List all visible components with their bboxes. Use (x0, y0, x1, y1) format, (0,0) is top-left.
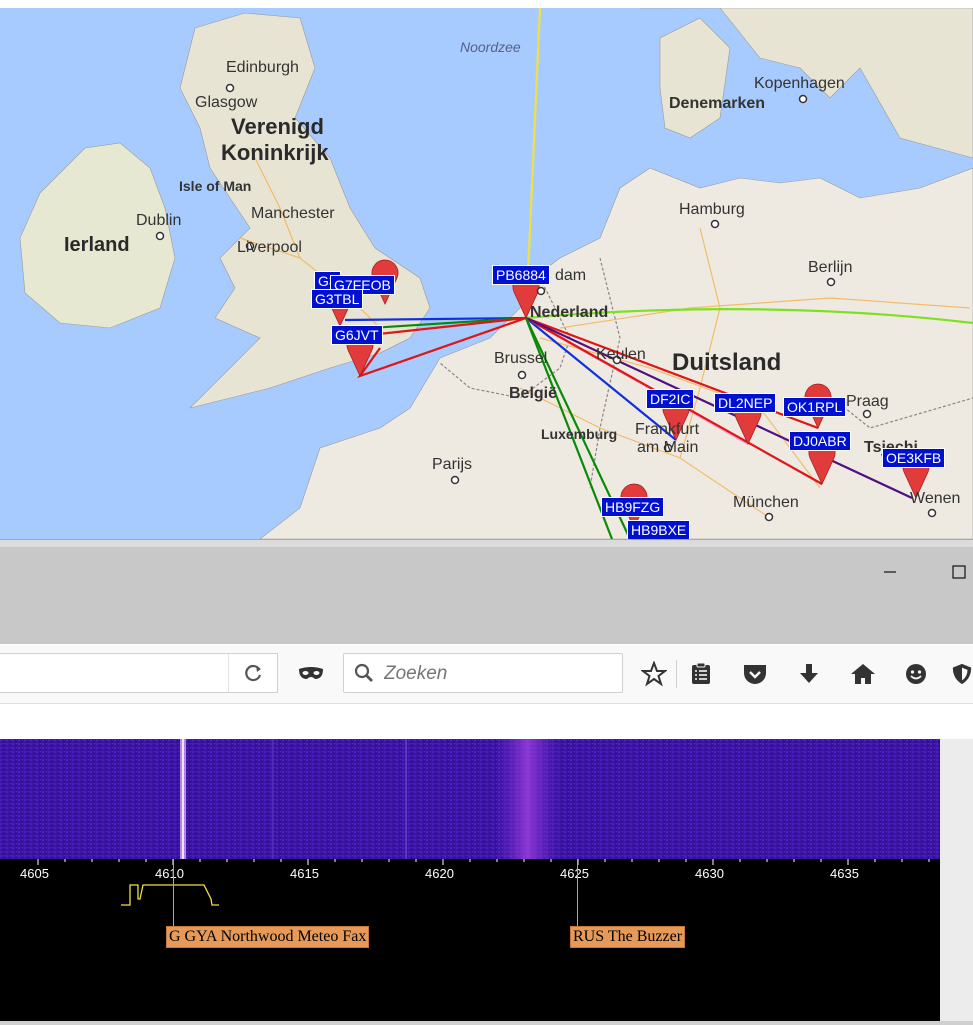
page-scroll-gutter[interactable] (940, 739, 973, 1021)
callsign-oe3kfb[interactable]: OE3KFB (882, 448, 946, 468)
search-icon (354, 663, 374, 688)
maximize-icon[interactable] (950, 562, 970, 582)
tick-label: 4605 (20, 866, 49, 881)
browser-titlebar[interactable] (0, 547, 973, 644)
label-city-amsterdam: dam (555, 267, 587, 284)
label-luxembourg: Luxemburg (541, 426, 618, 442)
label-city-glasgow: Glasgow (195, 94, 258, 111)
minimize-icon[interactable] (880, 562, 900, 582)
tick-label: 4615 (290, 866, 319, 881)
bottom-edge (0, 1021, 973, 1025)
label-city-keulen: Keulen (596, 346, 646, 363)
reader-list-icon[interactable] (686, 659, 716, 689)
label-country-uk-1: Verenigd (231, 114, 324, 139)
propagation-map[interactable]: Noordzee Verenigd Koninkrijk Ierland Ned… (0, 8, 973, 539)
callsign-hb9fzg[interactable]: HB9FZG (601, 497, 665, 517)
station-marker-line (173, 859, 174, 927)
content-top-area (0, 704, 973, 739)
label-city-munchen: München (733, 494, 799, 511)
label-city-wenen: Wenen (910, 490, 961, 507)
tick-label: 4625 (560, 866, 589, 881)
callsign-dj0abr[interactable]: DJ0ABR (789, 431, 851, 451)
label-city-hamburg: Hamburg (679, 201, 745, 218)
tick-label: 4610 (155, 866, 184, 881)
callsign-pb6884[interactable]: PB6884 (492, 265, 550, 285)
download-icon[interactable] (794, 659, 824, 689)
tick-label: 4635 (830, 866, 859, 881)
smiley-icon[interactable] (901, 659, 931, 689)
label-city-manchester: Manchester (251, 205, 335, 222)
label-city-dublin: Dublin (136, 212, 182, 229)
label-country-denmark: Denemarken (669, 95, 766, 112)
home-icon[interactable] (848, 659, 878, 689)
label-country-belgium: België (509, 385, 558, 402)
bookmark-star-icon[interactable] (639, 659, 669, 689)
label-country-germany: Duitsland (672, 349, 782, 376)
callsign-g3tbl[interactable]: G3TBL (311, 289, 364, 309)
label-isle-of-man: Isle of Man (179, 178, 252, 194)
label-city-liverpool: Liverpool (237, 239, 302, 256)
label-city-praag: Praag (846, 393, 889, 410)
pocket-icon[interactable] (740, 659, 770, 689)
callsign-ok1rpl[interactable]: OK1RPL (783, 397, 847, 417)
search-input[interactable] (382, 654, 616, 694)
callsign-g6jvt[interactable]: G6JVT (331, 325, 383, 345)
private-mask-icon[interactable] (295, 660, 327, 688)
filter-passband (121, 884, 219, 906)
url-bar[interactable] (0, 653, 278, 693)
label-city-edinburgh: Edinburgh (226, 59, 299, 76)
callsign-df2ic[interactable]: DF2IC (646, 389, 695, 409)
label-city-parijs: Parijs (432, 456, 473, 473)
label-country-uk-2: Koninkrijk (221, 140, 329, 165)
label-city-berlijn: Berlijn (808, 259, 853, 276)
spectrum-waterfall[interactable] (0, 739, 940, 859)
tick-label: 4630 (695, 866, 724, 881)
toolbar-divider (676, 660, 677, 688)
label-country-ireland: Ierland (64, 234, 130, 256)
reload-icon[interactable] (228, 654, 279, 692)
station-marker-line (577, 859, 578, 927)
callsign-dl2nep[interactable]: DL2NEP (714, 393, 777, 413)
station-label-buzzer[interactable]: RUS The Buzzer (570, 926, 686, 948)
shield-icon[interactable] (951, 659, 973, 689)
label-sea: Noordzee (460, 39, 521, 55)
label-city-frankfurt-1: Frankfurt (635, 421, 700, 438)
tick-label: 4620 (425, 866, 454, 881)
frequency-scale[interactable] (0, 859, 940, 1021)
search-box[interactable] (343, 653, 623, 694)
callsign-hb9bxe[interactable]: HB9BXE (627, 520, 691, 539)
label-city-frankfurt-2: am Main (637, 439, 699, 456)
station-label-fax[interactable]: G GYA Northwood Meteo Fax (166, 926, 370, 948)
label-city-kopenhagen: Kopenhagen (754, 75, 845, 92)
label-country-netherlands: Nederland (530, 304, 609, 321)
waterfall-canvas (0, 739, 940, 859)
buzzer-signal (495, 739, 560, 859)
label-city-brussel: Brussel (494, 350, 548, 367)
